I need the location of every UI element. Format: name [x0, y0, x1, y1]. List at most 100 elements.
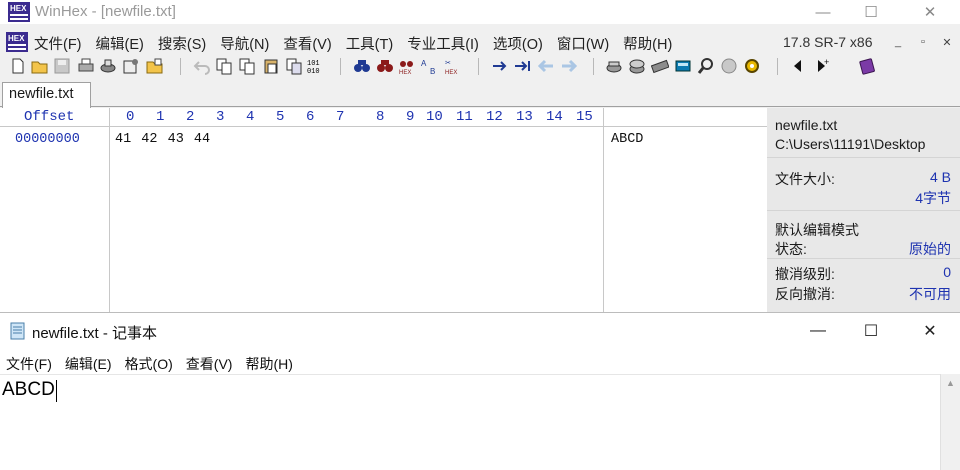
winhex-minimize-button[interactable]: — — [800, 0, 846, 24]
notepad-title: newfile.txt - 记事本 — [32, 325, 158, 342]
print-icon[interactable] — [77, 57, 95, 75]
menu-edit[interactable]: 编辑(E) — [96, 33, 144, 54]
folder-edit-icon[interactable] — [146, 57, 164, 75]
goto-end-icon[interactable] — [514, 57, 532, 75]
winhex-close-button[interactable]: ✕ — [907, 0, 953, 24]
menu-navigation[interactable]: 导航(N) — [220, 33, 269, 54]
analyze-icon[interactable] — [697, 57, 715, 75]
svg-text:010: 010 — [307, 68, 320, 75]
menu-options[interactable]: 选项(O) — [493, 33, 543, 54]
undo-icon[interactable] — [193, 57, 211, 75]
size-bytes: 4字节 — [915, 190, 951, 206]
file-info-panel: newfile.txt C:\Users\11191\Desktop 文件大小:… — [767, 108, 960, 312]
hex-bytes[interactable]: 41 42 43 44 — [115, 132, 210, 147]
column-number: 15 — [576, 109, 593, 125]
open-disk-icon[interactable] — [122, 57, 140, 75]
new-file-icon[interactable] — [9, 57, 27, 75]
cut-icon[interactable] — [215, 57, 233, 75]
mdi-restore-button[interactable]: ▫ — [914, 33, 932, 51]
state-label: 状态: — [775, 241, 807, 257]
minimize-icon: — — [815, 3, 831, 21]
previous-window-icon[interactable] — [789, 57, 807, 75]
paste-icon[interactable] — [262, 57, 280, 75]
copy-icon[interactable] — [238, 57, 256, 75]
clipboard-icon[interactable] — [285, 57, 303, 75]
menu-file[interactable]: 文件(F) — [34, 33, 82, 54]
notepad-content[interactable]: ABCD — [2, 379, 55, 401]
info-path: C:\Users\11191\Desktop — [775, 136, 926, 152]
close-icon: ✕ — [923, 323, 937, 340]
notepad-menubar: 文件(F) 编辑(E) 格式(O) 查看(V) 帮助(H) — [6, 354, 293, 374]
np-menu-view[interactable]: 查看(V) — [186, 354, 233, 374]
column-number: 1 — [156, 109, 165, 125]
info-filename: newfile.txt — [775, 117, 838, 133]
forward-icon[interactable] — [560, 57, 578, 75]
menu-window[interactable]: 窗口(W) — [557, 33, 609, 54]
winhex-app-icon: HEX — [8, 2, 30, 22]
svg-text:HEX: HEX — [8, 34, 25, 43]
back-icon[interactable] — [537, 57, 555, 75]
tab-newfile[interactable]: newfile.txt — [2, 82, 91, 108]
state-value: 原始的 — [909, 241, 951, 257]
reverse-undo-label: 反向撤消: — [775, 286, 835, 302]
scroll-up-icon[interactable]: ▲ — [946, 378, 955, 388]
calculator-icon[interactable] — [674, 57, 692, 75]
np-menu-edit[interactable]: 编辑(E) — [65, 354, 112, 374]
np-menu-file[interactable]: 文件(F) — [6, 354, 52, 374]
disk-editor-icon[interactable] — [628, 57, 646, 75]
binary-icon[interactable]: 101010 — [306, 57, 324, 75]
help-book-icon[interactable] — [858, 57, 876, 75]
hex-column-header: Offset 0 1 2 3 4 5 6 7 8 9 10 11 12 13 1… — [0, 108, 767, 127]
notepad-minimize-button[interactable]: — — [795, 313, 841, 349]
offset-value: 00000000 — [15, 132, 80, 147]
minimize-icon: — — [810, 322, 826, 339]
ram-editor-icon[interactable] — [651, 57, 669, 75]
notepad-text-area[interactable]: ABCD — [0, 374, 940, 470]
svg-text:HEX: HEX — [10, 4, 27, 13]
column-number: 9 — [406, 109, 415, 125]
column-number: 3 — [216, 109, 225, 125]
np-menu-help[interactable]: 帮助(H) — [245, 354, 292, 374]
menu-specialist-tools[interactable]: 专业工具(I) — [407, 33, 479, 54]
notepad-close-button[interactable]: ✕ — [907, 313, 953, 349]
column-number: 4 — [246, 109, 255, 125]
hash-icon[interactable] — [720, 57, 738, 75]
column-number: 5 — [276, 109, 285, 125]
svg-text:✂: ✂ — [445, 60, 451, 67]
file-size-section: 文件大小: 4 B 4字节 — [767, 158, 960, 211]
mdi-close-button[interactable]: ✕ — [938, 33, 956, 51]
column-number: 0 — [126, 109, 135, 125]
find-hex-icon[interactable] — [376, 57, 394, 75]
goto-offset-icon[interactable] — [491, 57, 509, 75]
replace-hex-values-icon[interactable]: ✂ HEX — [444, 57, 462, 75]
mdi-minimize-button[interactable]: _ — [889, 33, 907, 51]
menu-search[interactable]: 搜索(S) — [158, 33, 206, 54]
disk-icon[interactable] — [605, 57, 623, 75]
winhex-doc-icon[interactable]: HEX — [6, 32, 28, 52]
winhex-menu: 文件(F) 编辑(E) 搜索(S) 导航(N) 查看(V) 工具(T) 专业工具… — [34, 33, 672, 54]
column-number: 8 — [376, 109, 385, 125]
np-menu-format[interactable]: 格式(O) — [125, 354, 173, 374]
replace-hex-icon[interactable]: HEX — [398, 57, 416, 75]
winhex-maximize-button[interactable]: ☐ — [848, 0, 894, 24]
menu-tools[interactable]: 工具(T) — [346, 33, 394, 54]
notepad-titlebar: newfile.txt - 记事本 — ☐ ✕ — [0, 313, 960, 349]
column-number: 2 — [186, 109, 195, 125]
menu-view[interactable]: 查看(V) — [283, 33, 331, 54]
notepad-scrollbar[interactable]: ▲ — [940, 374, 960, 470]
save-icon[interactable] — [53, 57, 71, 75]
column-number: 12 — [486, 109, 503, 125]
next-window-icon[interactable]: + — [813, 57, 831, 75]
open-folder-icon[interactable] — [31, 57, 49, 75]
find-text-icon[interactable] — [353, 57, 371, 75]
mode-label: 默认编辑模式 — [775, 222, 859, 238]
undo-level-value: 0 — [943, 264, 951, 280]
ascii-text[interactable]: ABCD — [611, 132, 643, 147]
svg-text:101: 101 — [307, 60, 320, 68]
notepad-maximize-button[interactable]: ☐ — [848, 313, 894, 349]
properties-icon[interactable] — [99, 57, 117, 75]
menu-help[interactable]: 帮助(H) — [623, 33, 672, 54]
replace-text-icon[interactable]: AB — [421, 57, 439, 75]
settings-icon[interactable] — [743, 57, 761, 75]
hex-editor-view[interactable]: Offset 0 1 2 3 4 5 6 7 8 9 10 11 12 13 1… — [0, 108, 767, 312]
